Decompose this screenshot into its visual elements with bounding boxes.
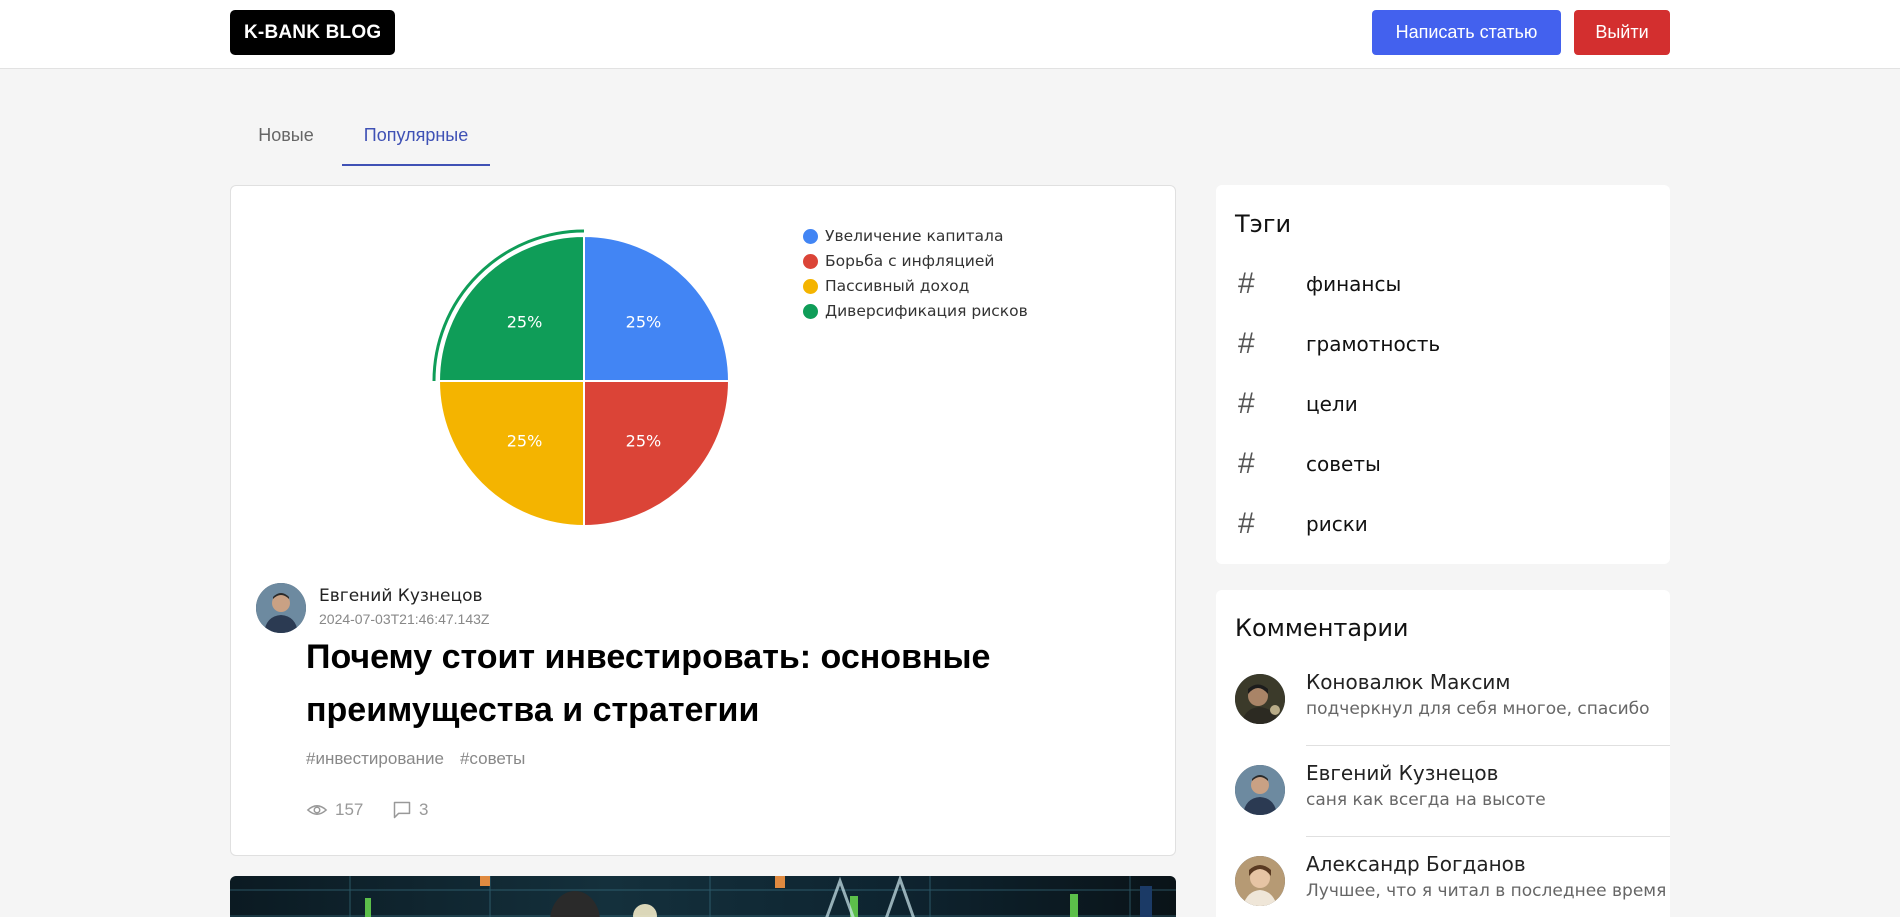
slice-label: 25% <box>507 313 543 332</box>
tag-label: финансы <box>1306 272 1402 296</box>
comments-panel: Комментарии Коновалюк Максим подчеркнул … <box>1216 590 1670 917</box>
comment-author: Евгений Кузнецов <box>1306 761 1499 785</box>
tag-item[interactable]: # риски <box>1216 494 1670 554</box>
post-card[interactable]: 25% 25% 25% 25% Увеличение капитала Борьба … <box>230 185 1176 856</box>
post-tags: #инвестирование #советы <box>306 749 541 769</box>
chart-legend: Увеличение капитала Борьба с инфляцией П… <box>803 224 1028 324</box>
tags-title: Тэги <box>1235 210 1292 238</box>
post-tag[interactable]: #советы <box>460 749 525 768</box>
avatar-photo-icon <box>1235 674 1285 724</box>
commenter-avatar[interactable] <box>1235 674 1285 724</box>
views-count: 157 <box>335 800 364 819</box>
post-author[interactable]: Евгений Кузнецов <box>319 586 483 606</box>
legend-label: Увеличение капитала <box>825 227 1004 245</box>
pie-slice[interactable] <box>437 234 585 382</box>
comment-icon <box>393 801 411 819</box>
comment-item[interactable]: Коновалюк Максим подчеркнул для себя мно… <box>1216 656 1670 746</box>
hash-icon: # <box>1238 507 1255 540</box>
slice-label: 25% <box>626 313 662 332</box>
avatar-photo-icon <box>1235 765 1285 815</box>
tag-item[interactable]: # финансы <box>1216 254 1670 314</box>
hash-icon: # <box>1238 447 1255 480</box>
legend-label: Пассивный доход <box>825 277 970 295</box>
legend-dot <box>803 229 818 244</box>
comment-text: подчеркнул для себя многое, спасибо <box>1306 699 1650 719</box>
hash-icon: # <box>1238 327 1255 360</box>
legend-dot <box>803 254 818 269</box>
pie-slice[interactable] <box>583 380 731 528</box>
post-card-image[interactable] <box>230 876 1176 917</box>
eye-icon <box>306 805 328 815</box>
logout-button[interactable]: Выйти <box>1574 10 1670 55</box>
comment-divider <box>1306 836 1670 837</box>
tags-panel: Тэги # финансы # грамотность # цели # со… <box>1216 185 1670 564</box>
views-stat: 157 <box>306 798 376 822</box>
legend-label: Борьба с инфляцией <box>825 252 995 270</box>
comment-item[interactable]: Евгений Кузнецов саня как всегда на высо… <box>1216 747 1670 837</box>
comment-divider <box>1306 745 1670 746</box>
comment-text: саня как всегда на высоте <box>1306 790 1546 810</box>
legend-item: Диверсификация рисков <box>803 299 1028 324</box>
author-avatar[interactable] <box>256 583 306 633</box>
tag-label: риски <box>1306 512 1368 536</box>
comment-author: Коновалюк Максим <box>1306 670 1511 694</box>
legend-item: Пассивный доход <box>803 274 1028 299</box>
comments-count: 3 <box>419 800 429 819</box>
tab-new[interactable]: Новые <box>230 110 342 166</box>
legend-item: Увеличение капитала <box>803 224 1028 249</box>
pie-chart: 25% 25% 25% 25% <box>432 229 731 528</box>
comment-item[interactable]: Александр Богданов Лучшее, что я читал в… <box>1216 838 1670 917</box>
tag-label: советы <box>1306 452 1381 476</box>
post-date: 2024-07-03T21:46:47.143Z <box>319 611 490 627</box>
hash-icon: # <box>1238 267 1255 300</box>
post-title[interactable]: Почему стоит инвестировать: основные пре… <box>306 631 1086 737</box>
avatar-photo-icon <box>256 583 306 633</box>
top-header: K-BANK BLOG Написать статью Выйти <box>0 0 1900 69</box>
legend-dot <box>803 279 818 294</box>
legend-item: Борьба с инфляцией <box>803 249 1028 274</box>
tab-popular[interactable]: Популярные <box>342 110 490 166</box>
comments-title: Комментарии <box>1235 614 1409 642</box>
comments-stat: 3 <box>391 798 451 822</box>
commenter-avatar[interactable] <box>1235 765 1285 815</box>
hash-icon: # <box>1238 387 1255 420</box>
commenter-avatar[interactable] <box>1235 856 1285 906</box>
tag-item[interactable]: # советы <box>1216 434 1670 494</box>
post-tag[interactable]: #инвестирование <box>306 749 444 768</box>
tag-label: грамотность <box>1306 332 1441 356</box>
site-logo[interactable]: K-BANK BLOG <box>230 10 396 55</box>
comment-author: Александр Богданов <box>1306 852 1526 876</box>
avatar-photo-icon <box>1235 856 1285 906</box>
legend-label: Диверсификация рисков <box>825 302 1028 320</box>
post-cover-image <box>230 876 1176 917</box>
tag-item[interactable]: # грамотность <box>1216 314 1670 374</box>
slice-label: 25% <box>626 431 662 450</box>
comment-text: Лучшее, что я читал в последнее время <box>1306 881 1667 901</box>
pie-slice[interactable] <box>583 234 731 382</box>
tag-item[interactable]: # цели <box>1216 374 1670 434</box>
slice-label: 25% <box>507 431 543 450</box>
legend-dot <box>803 304 818 319</box>
tag-label: цели <box>1306 392 1358 416</box>
pie-slice[interactable] <box>437 380 585 528</box>
write-article-button[interactable]: Написать статью <box>1372 10 1561 55</box>
